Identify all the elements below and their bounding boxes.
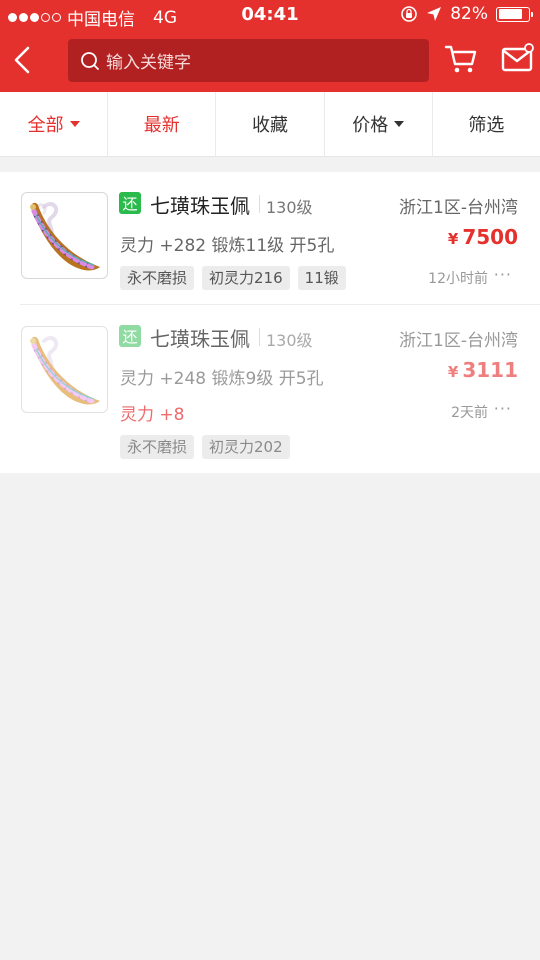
- more-options-button[interactable]: ···: [494, 265, 512, 284]
- search-placeholder: 输入关键字: [106, 53, 191, 73]
- item-name: 七璜珠玉佩: [150, 194, 250, 218]
- item-tags: 永不磨损 初灵力216 11锻: [120, 266, 346, 290]
- jade-pendant-icon: [30, 336, 100, 405]
- item-price: ¥7500: [448, 225, 518, 249]
- return-badge: 还: [119, 192, 141, 214]
- cart-button[interactable]: [444, 42, 478, 76]
- nav-bar: 输入关键字: [0, 30, 540, 92]
- item-level: 130级: [266, 198, 313, 217]
- location-arrow-icon: [427, 7, 442, 21]
- mail-icon: [501, 43, 534, 72]
- filter-tab-price[interactable]: 价格: [325, 92, 433, 156]
- item-time: 12小时前: [428, 271, 488, 287]
- filter-tab-screen[interactable]: 筛选: [433, 92, 540, 156]
- item-stats: 灵力 +282 锻炼11级 开5孔: [120, 236, 335, 256]
- back-button[interactable]: [6, 42, 42, 78]
- caret-down-icon: [69, 121, 80, 127]
- listing-list: 还 七璜珠玉佩 130级 浙江1区-台州湾 灵力 +282 锻炼11级 开5孔 …: [0, 172, 540, 473]
- shopping-cart-icon: [444, 45, 477, 73]
- list-item[interactable]: 还 七璜珠玉佩 130级 浙江1区-台州湾 灵力 +248 锻炼9级 开5孔 ¥…: [0, 305, 540, 473]
- status-bar: 中国电信 4G 04:41 82%: [0, 0, 540, 30]
- rotation-lock-icon: [401, 6, 418, 22]
- price-value: 7500: [462, 225, 518, 249]
- search-icon: [81, 51, 99, 70]
- app-header: 中国电信 4G 04:41 82% 输入关键字: [0, 0, 540, 92]
- item-server: 浙江1区-台州湾: [399, 331, 518, 351]
- item-level: 130级: [266, 331, 313, 350]
- item-time: 2天前: [451, 405, 488, 421]
- currency-symbol: ¥: [447, 230, 459, 248]
- item-bonus: 灵力 +8: [120, 405, 185, 425]
- filter-tab-favorites[interactable]: 收藏: [216, 92, 325, 156]
- item-name: 七璜珠玉佩: [150, 327, 250, 351]
- battery-percent: 82%: [450, 4, 488, 24]
- item-tag: 初灵力202: [202, 435, 290, 459]
- caret-down-icon: [394, 121, 405, 127]
- item-tags: 永不磨损 初灵力202: [120, 435, 290, 459]
- filter-tab-screen-label: 筛选: [468, 115, 505, 136]
- list-item[interactable]: 还 七璜珠玉佩 130级 浙江1区-台州湾 灵力 +282 锻炼11级 开5孔 …: [0, 172, 540, 305]
- item-thumbnail: [21, 192, 108, 279]
- search-input[interactable]: 输入关键字: [68, 39, 429, 82]
- item-tag: 初灵力216: [202, 266, 290, 290]
- filter-bar: 全部 最新 收藏 价格 筛选: [0, 92, 540, 157]
- item-server: 浙江1区-台州湾: [399, 198, 518, 218]
- item-price: ¥3111: [448, 358, 518, 382]
- back-arrow-icon: [14, 46, 30, 74]
- name-divider: [259, 328, 260, 346]
- message-button[interactable]: [500, 42, 534, 76]
- price-value: 3111: [462, 358, 518, 382]
- battery-level: [498, 9, 523, 19]
- currency-symbol: ¥: [447, 363, 459, 381]
- name-divider: [259, 195, 260, 213]
- filter-tab-price-label: 价格: [352, 115, 389, 136]
- item-thumbnail: [21, 326, 108, 413]
- filter-tab-latest-label: 最新: [143, 115, 180, 136]
- item-tag: 11锻: [297, 266, 346, 290]
- filter-tab-favorites-label: 收藏: [252, 115, 288, 136]
- more-options-button[interactable]: ···: [494, 399, 512, 418]
- filter-tab-latest[interactable]: 最新: [108, 92, 217, 156]
- filter-tab-all[interactable]: 全部: [0, 92, 109, 156]
- item-stats: 灵力 +248 锻炼9级 开5孔: [120, 369, 324, 389]
- return-badge: 还: [119, 325, 141, 347]
- filter-tab-all-label: 全部: [27, 115, 64, 136]
- jade-pendant-icon: [30, 202, 100, 271]
- battery-icon: [496, 6, 533, 22]
- item-tag: 永不磨损: [120, 435, 195, 459]
- item-tag: 永不磨损: [120, 266, 195, 290]
- status-right: 82%: [400, 4, 533, 24]
